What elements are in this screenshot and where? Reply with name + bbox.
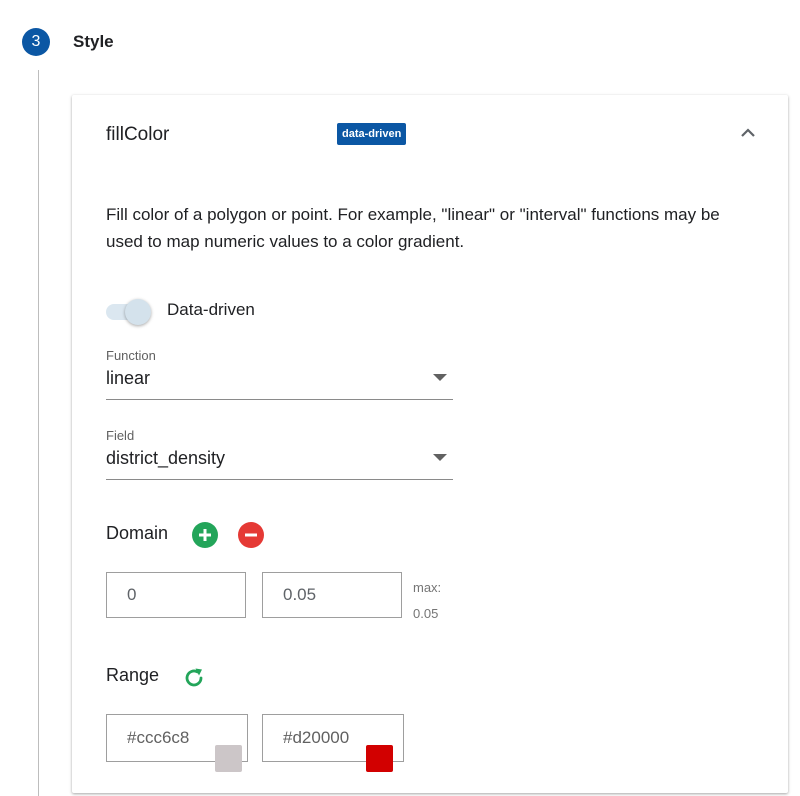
chevron-up-icon: [741, 128, 755, 137]
range-label: Range: [106, 665, 160, 685]
max-hint-label: max:: [413, 580, 442, 595]
remove-domain-stop-button[interactable]: [238, 522, 264, 548]
minus-circle-icon: [245, 533, 257, 537]
range-start-color-swatch[interactable]: [215, 745, 242, 772]
domain-label: Domain: [106, 523, 169, 543]
collapse-button[interactable]: [738, 123, 758, 143]
step-rail: [38, 70, 39, 796]
add-domain-stop-button[interactable]: [192, 522, 218, 548]
step-title: Style: [73, 32, 114, 51]
refresh-icon: [185, 668, 203, 687]
range-end-color-swatch[interactable]: [366, 745, 393, 772]
domain-max-input[interactable]: 0.05: [262, 572, 402, 618]
step-header: 3 Style: [22, 28, 114, 56]
max-hint-value: 0.05: [413, 606, 439, 621]
function-select-value: linear: [106, 368, 151, 388]
property-description: Fill color of a polygon or point. For ex…: [106, 205, 720, 251]
style-property-card: fillColor data-driven Fill color of a po…: [72, 95, 788, 793]
toggle-thumb: [125, 299, 151, 325]
data-driven-toggle[interactable]: [106, 297, 158, 325]
field-select-value: district_density: [106, 448, 226, 468]
domain-min-input[interactable]: 0: [106, 572, 246, 618]
caret-down-icon: [433, 454, 447, 461]
caret-down-icon: [433, 374, 447, 381]
field-select-label: Field: [106, 428, 135, 443]
property-name: fillColor: [106, 124, 170, 145]
plus-circle-icon: [199, 529, 211, 541]
domain-max-hint: max: 0.05: [413, 575, 463, 627]
data-driven-toggle-label: Data-driven: [167, 300, 255, 319]
function-select-underline: [106, 399, 453, 400]
step-number-badge: 3: [22, 28, 50, 56]
field-select[interactable]: Field district_density: [106, 428, 453, 480]
function-select-label: Function: [106, 348, 156, 363]
reset-range-button[interactable]: [182, 666, 206, 690]
function-select[interactable]: Function linear: [106, 348, 453, 400]
field-select-underline: [106, 479, 453, 480]
data-driven-badge: data-driven: [337, 123, 407, 145]
